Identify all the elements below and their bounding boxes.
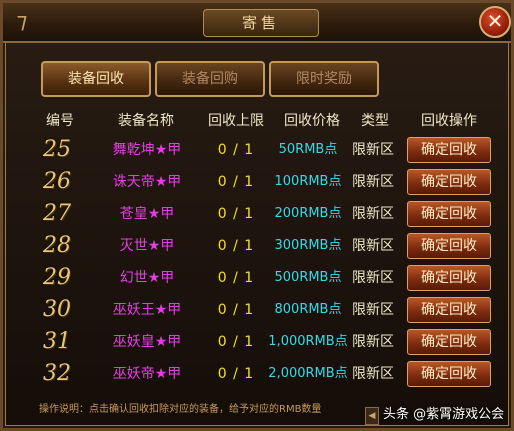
- item-name: 灭世★甲: [119, 238, 175, 254]
- row-number: 27: [43, 201, 71, 226]
- confirm-recycle-button[interactable]: 确定回收: [407, 201, 491, 227]
- item-type: 限新区: [352, 270, 394, 286]
- item-type: 限新区: [352, 238, 394, 254]
- recycle-limit: 0 / 1: [217, 174, 255, 190]
- recycle-price: 2,000RMB点: [268, 366, 348, 381]
- recycle-limit: 0 / 1: [217, 334, 255, 350]
- recycle-limit: 0 / 1: [217, 206, 255, 222]
- scroll-left-arrow-icon[interactable]: ◀: [365, 407, 379, 425]
- recycle-limit: 0 / 1: [217, 142, 255, 158]
- confirm-recycle-button[interactable]: 确定回收: [407, 297, 491, 323]
- recycle-price: 300RMB点: [274, 238, 342, 253]
- column-header-number: 编号: [46, 113, 74, 129]
- tab-equipment-recycle[interactable]: 装备回收: [41, 61, 151, 97]
- item-type: 限新区: [352, 174, 394, 190]
- recycle-limit: 0 / 1: [217, 302, 255, 318]
- title-bar: ⁊ 寄售 ✕: [3, 3, 511, 43]
- table-row: 32 巫妖帝★甲 0 / 1 2,000RMB点 限新区 确定回收: [3, 358, 511, 390]
- recycle-price: 100RMB点: [274, 174, 342, 189]
- column-header-action: 回收操作: [421, 113, 477, 129]
- table-row: 31 巫妖皇★甲 0 / 1 1,000RMB点 限新区 确定回收: [3, 326, 511, 358]
- column-header-price: 回收价格: [284, 113, 340, 129]
- row-number: 30: [43, 297, 71, 322]
- item-type: 限新区: [352, 142, 394, 158]
- column-header-type: 类型: [361, 113, 389, 129]
- item-name: 巫妖帝★甲: [112, 366, 182, 382]
- tab-equipment-buyback[interactable]: 装备回购: [155, 61, 265, 97]
- table-row: 30 巫妖王★甲 0 / 1 800RMB点 限新区 确定回收: [3, 294, 511, 326]
- recycle-limit: 0 / 1: [217, 366, 255, 382]
- window-title: 寄售: [203, 9, 319, 37]
- item-name: 巫妖王★甲: [112, 302, 182, 318]
- confirm-recycle-button[interactable]: 确定回收: [407, 265, 491, 291]
- table-row: 29 幻世★甲 0 / 1 500RMB点 限新区 确定回收: [3, 262, 511, 294]
- recycle-price: 500RMB点: [274, 270, 342, 285]
- recycle-limit: 0 / 1: [217, 270, 255, 286]
- row-number: 25: [43, 137, 71, 162]
- recycle-price: 200RMB点: [274, 206, 342, 221]
- item-type: 限新区: [352, 334, 394, 350]
- row-number: 29: [43, 265, 71, 290]
- table-row: 27 苍皇★甲 0 / 1 200RMB点 限新区 确定回收: [3, 198, 511, 230]
- confirm-recycle-button[interactable]: 确定回收: [407, 361, 491, 387]
- confirm-recycle-button[interactable]: 确定回收: [407, 169, 491, 195]
- column-header-item-name: 装备名称: [118, 113, 174, 129]
- item-name: 舞乾坤★甲: [112, 142, 182, 158]
- row-number: 32: [43, 361, 71, 386]
- confirm-recycle-button[interactable]: 确定回收: [407, 329, 491, 355]
- table-row: 26 诛天帝★甲 0 / 1 100RMB点 限新区 确定回收: [3, 166, 511, 198]
- table-row: 25 舞乾坤★甲 0 / 1 50RMB点 限新区 确定回收: [3, 134, 511, 166]
- item-type: 限新区: [352, 302, 394, 318]
- close-button[interactable]: ✕: [479, 6, 511, 38]
- recycle-price: 800RMB点: [274, 302, 342, 317]
- row-number: 31: [43, 329, 71, 354]
- item-type: 限新区: [352, 366, 394, 382]
- corner-ornament-icon: ⁊: [16, 9, 28, 34]
- recycle-price: 50RMB点: [278, 142, 338, 157]
- item-type: 限新区: [352, 206, 394, 222]
- confirm-recycle-button[interactable]: 确定回收: [407, 233, 491, 259]
- table-row: 28 灭世★甲 0 / 1 300RMB点 限新区 确定回收: [3, 230, 511, 262]
- consignment-window: ⁊ 寄售 ✕ 装备回收 装备回购 限时奖励 编号 装备名称 回收上限 回收价格 …: [0, 0, 514, 431]
- recycle-price: 1,000RMB点: [268, 334, 348, 349]
- row-number: 26: [43, 169, 71, 194]
- item-name: 巫妖皇★甲: [112, 334, 182, 350]
- item-name: 幻世★甲: [119, 270, 175, 286]
- row-number: 28: [43, 233, 71, 258]
- watermark: 头条 @紫霄游戏公会: [383, 407, 505, 422]
- operation-instructions: 操作说明：点击确认回收扣除对应的装备，给予对应的RMB数量: [39, 404, 322, 415]
- recycle-limit: 0 / 1: [217, 238, 255, 254]
- tab-limited-reward[interactable]: 限时奖励: [269, 61, 379, 97]
- confirm-recycle-button[interactable]: 确定回收: [407, 137, 491, 163]
- item-name: 诛天帝★甲: [112, 174, 182, 190]
- column-header-limit: 回收上限: [208, 113, 264, 129]
- item-name: 苍皇★甲: [119, 206, 175, 222]
